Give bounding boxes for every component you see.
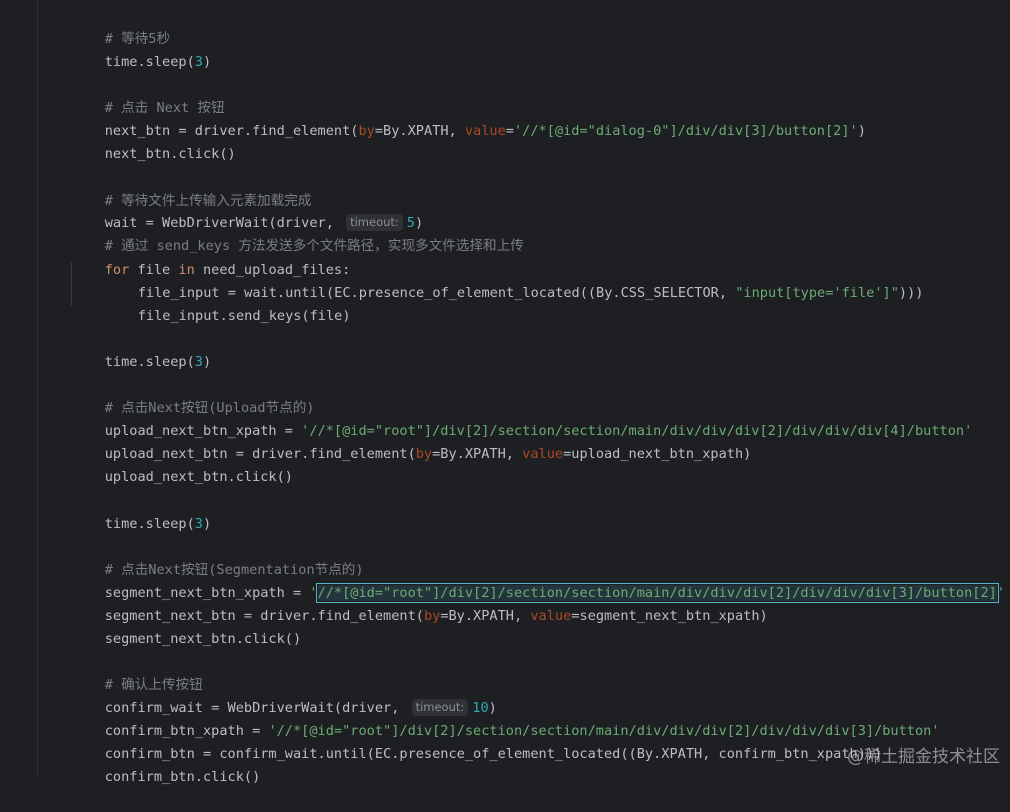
parameter-name: value xyxy=(522,446,564,462)
string-quote: ' xyxy=(996,585,1006,601)
code-editor[interactable]: # 等待5秒 time.sleep(3) # 点击 Next 按钮 next_b… xyxy=(0,0,1010,785)
code-token: time.sleep( xyxy=(104,54,195,70)
code-token: ) xyxy=(857,123,866,139)
code-line[interactable]: next_btn.click() xyxy=(72,120,236,162)
code-line[interactable]: upload_next_btn_xpath = '//*[@id="root"]… xyxy=(72,397,973,439)
code-token: ) xyxy=(202,54,212,70)
string-literal: "input[type='file']" xyxy=(735,285,899,301)
code-line[interactable]: # 等待5秒 xyxy=(72,5,170,47)
code-line[interactable]: wait = WebDriverWait(driver, timeout: 5) xyxy=(72,189,423,231)
number-literal: 3 xyxy=(194,54,203,70)
parameter-name: by xyxy=(358,123,375,139)
code-token: =upload_next_btn_xpath) xyxy=(563,446,752,462)
code-token: confirm_btn.click() xyxy=(104,769,261,785)
watermark: @稀土掘金技术社区 xyxy=(847,747,1000,767)
code-token: =By.XPATH, xyxy=(432,446,523,462)
parameter-name: by xyxy=(415,446,433,462)
code-line[interactable]: # 等待文件上传输入元素加载完成 xyxy=(72,167,312,209)
code-line[interactable]: next_btn = driver.find_element(by=By.XPA… xyxy=(72,97,866,139)
code-line[interactable]: confirm_btn = confirm_wait.until(EC.pres… xyxy=(72,720,883,762)
code-token: ))) xyxy=(898,285,924,301)
code-line[interactable]: # 点击Next按钮(Upload节点的) xyxy=(72,374,315,416)
parameter-name: value xyxy=(464,123,506,139)
code-line[interactable]: confirm_wait = WebDriverWait(driver, tim… xyxy=(72,674,497,716)
code-line[interactable]: time.sleep(3) xyxy=(72,490,211,532)
parameter-name: by xyxy=(423,608,441,624)
code-token: =By.XPATH, xyxy=(374,123,465,139)
code-line[interactable]: # 点击Next按钮(Segmentation节点的) xyxy=(72,536,364,578)
gutter-guide xyxy=(37,0,38,777)
code-line[interactable]: for file in need_upload_files: xyxy=(72,236,351,278)
code-token: upload_next_btn.click() xyxy=(104,469,293,485)
code-token: ) xyxy=(202,516,212,532)
code-line[interactable]: upload_next_btn.click() xyxy=(72,443,293,485)
code-line[interactable]: confirm_btn.click() xyxy=(72,743,261,785)
parameter-name: value xyxy=(530,608,572,624)
code-token: =segment_next_btn_xpath) xyxy=(571,608,768,624)
code-token: segment_next_btn.click() xyxy=(104,631,302,647)
code-line[interactable]: segment_next_btn_xpath = '//*[@id="root"… xyxy=(72,559,1005,603)
code-token: time.sleep( xyxy=(104,516,195,532)
code-token: time.sleep( xyxy=(104,354,195,370)
code-line[interactable]: time.sleep(3) xyxy=(72,328,211,370)
code-token: next_btn.click() xyxy=(104,146,236,162)
code-token: = xyxy=(505,123,514,139)
code-line[interactable]: segment_next_btn.click() xyxy=(72,605,301,647)
code-line[interactable]: segment_next_btn = driver.find_element(b… xyxy=(72,582,768,624)
code-line[interactable]: confirm_btn_xpath = '//*[@id="root"]/div… xyxy=(72,697,940,739)
code-line[interactable]: file_input = wait.until(EC.presence_of_e… xyxy=(105,259,924,301)
code-line[interactable]: # 点击 Next 按钮 xyxy=(72,74,225,116)
string-literal: '//*[@id="dialog-0"]/div/div[3]/button[2… xyxy=(513,123,858,139)
code-line[interactable]: # 通过 send_keys 方法发送多个文件路径，实现多文件选择和上传 xyxy=(72,212,524,254)
code-token: file_input.send_keys(file) xyxy=(137,308,351,324)
number-literal: 3 xyxy=(194,354,203,370)
code-token: =By.XPATH, xyxy=(440,608,531,624)
number-literal: 3 xyxy=(194,516,203,532)
code-line[interactable]: time.sleep(3) xyxy=(72,28,211,70)
code-line[interactable]: file_input.send_keys(file) xyxy=(105,282,351,324)
code-line[interactable]: # 确认上传按钮 xyxy=(72,651,203,693)
code-line[interactable]: upload_next_btn = driver.find_element(by… xyxy=(72,420,752,462)
code-token: ) xyxy=(202,354,212,370)
